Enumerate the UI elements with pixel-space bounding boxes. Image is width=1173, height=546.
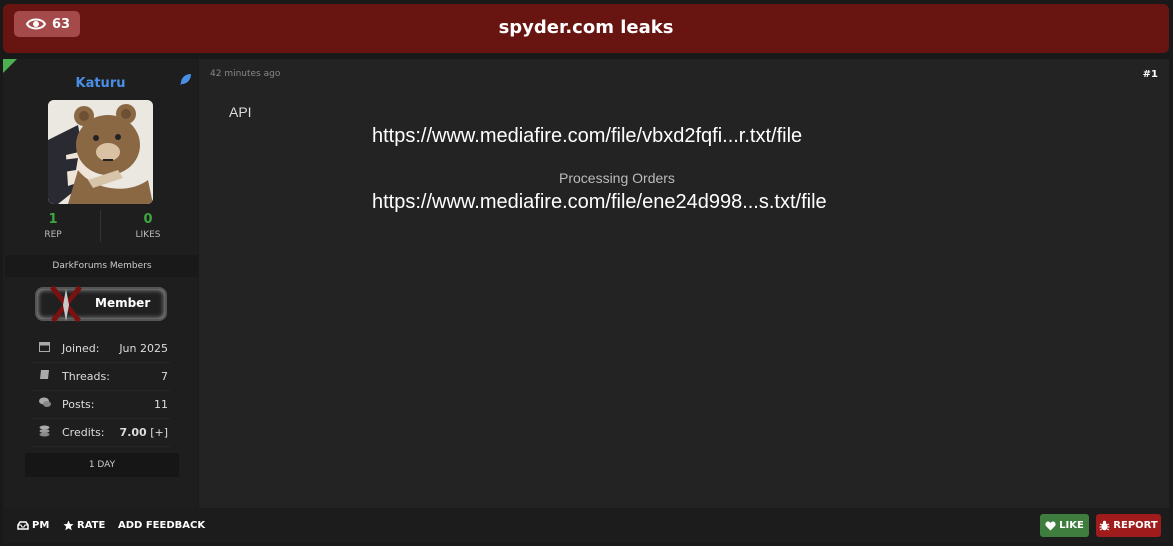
post-content: 42 minutes ago #1 API https://www.mediaf… bbox=[199, 59, 1169, 508]
feather-icon bbox=[180, 74, 191, 85]
book-icon bbox=[40, 370, 49, 379]
processing-orders-label: Processing Orders bbox=[559, 170, 675, 186]
star-icon bbox=[63, 520, 74, 531]
thread-title-bar: 63 spyder.com leaks bbox=[3, 4, 1169, 53]
info-row-joined: Joined: Jun 2025 bbox=[31, 335, 170, 363]
rate-button[interactable]: RATE bbox=[63, 520, 105, 531]
post: Katuru 1 REP 0 LIKES DarkForums Members … bbox=[3, 59, 1169, 543]
info-value[interactable]: 7 bbox=[161, 370, 168, 383]
online-indicator bbox=[3, 59, 17, 73]
reputation-value: 1 bbox=[48, 212, 58, 227]
pm-label: PM bbox=[32, 520, 50, 531]
likes-stat[interactable]: 0 LIKES bbox=[118, 212, 178, 240]
credits-value-group: 7.00 [+] bbox=[120, 426, 168, 439]
reputation-label: REP bbox=[44, 230, 62, 240]
reputation-stat[interactable]: 1 REP bbox=[23, 212, 83, 240]
author-sidebar: Katuru 1 REP 0 LIKES DarkForums Members … bbox=[3, 59, 199, 508]
crossed-swords-icon bbox=[50, 285, 82, 323]
like-button[interactable]: LIKE bbox=[1040, 514, 1089, 537]
api-label: API bbox=[229, 104, 252, 120]
info-value: 7.00 bbox=[119, 426, 147, 439]
heart-icon bbox=[1045, 521, 1056, 530]
stat-divider bbox=[100, 210, 101, 242]
likes-value: 0 bbox=[143, 212, 153, 227]
pm-button[interactable]: PM bbox=[17, 520, 49, 531]
calendar-icon bbox=[39, 342, 50, 352]
info-row-threads: Threads: 7 bbox=[31, 363, 170, 391]
info-label: Posts: bbox=[62, 398, 95, 411]
inbox-icon bbox=[17, 521, 29, 530]
rate-label: RATE bbox=[77, 520, 106, 531]
author-username[interactable]: Katuru bbox=[3, 76, 198, 91]
info-label: Threads: bbox=[62, 370, 110, 383]
info-label: Joined: bbox=[62, 342, 100, 355]
report-button[interactable]: REPORT bbox=[1096, 514, 1161, 537]
post-footer: PM RATE ADD FEEDBACK LIKE REPORT bbox=[3, 508, 1169, 543]
post-time[interactable]: 42 minutes ago bbox=[210, 69, 280, 79]
bug-icon bbox=[1099, 520, 1110, 531]
add-feedback-button[interactable]: ADD FEEDBACK bbox=[118, 520, 205, 531]
like-label: LIKE bbox=[1059, 520, 1084, 531]
likes-label: LIKES bbox=[135, 230, 161, 240]
rank-badge-label: Member bbox=[95, 296, 151, 310]
add-credits-link[interactable]: [+] bbox=[150, 426, 168, 439]
download-link[interactable]: https://www.mediafire.com/file/vbxd2fqfi… bbox=[372, 125, 802, 148]
add-feedback-label: ADD FEEDBACK bbox=[118, 520, 206, 531]
rank-badge: Member bbox=[37, 285, 165, 323]
comments-icon bbox=[39, 397, 51, 407]
info-row-credits: Credits: 7.00 [+] bbox=[31, 419, 170, 447]
account-age: 1 DAY bbox=[25, 453, 179, 477]
report-label: REPORT bbox=[1113, 520, 1158, 531]
info-value: Jun 2025 bbox=[119, 342, 168, 355]
download-link[interactable]: https://www.mediafire.com/file/ene24d998… bbox=[372, 191, 827, 214]
author-info-table: Joined: Jun 2025 Threads: 7 Posts: 11 Cr… bbox=[31, 335, 170, 447]
avatar[interactable] bbox=[48, 100, 153, 204]
coins-icon bbox=[39, 425, 50, 437]
user-group: DarkForums Members bbox=[5, 255, 199, 277]
post-number[interactable]: #1 bbox=[1143, 69, 1158, 80]
info-value[interactable]: 11 bbox=[154, 398, 168, 411]
info-label: Credits: bbox=[62, 426, 105, 439]
info-row-posts: Posts: 11 bbox=[31, 391, 170, 419]
page-title: spyder.com leaks bbox=[498, 17, 674, 38]
